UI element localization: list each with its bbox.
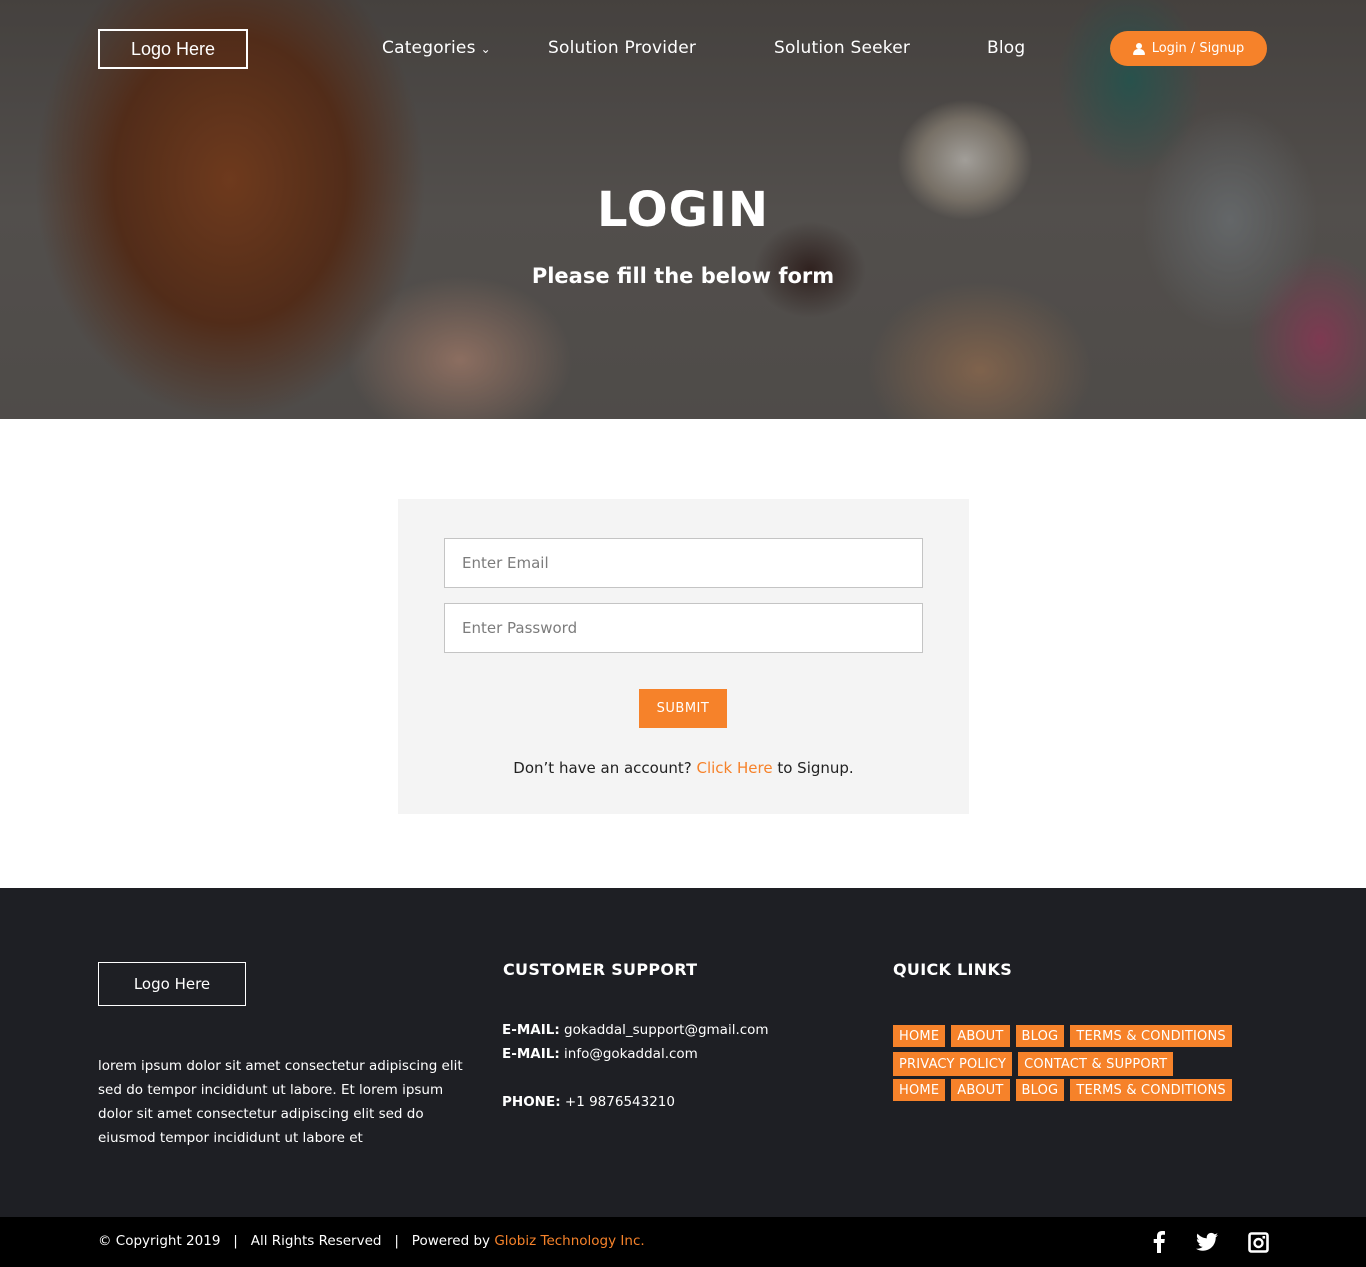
rights-text: All Rights Reserved: [250, 1233, 382, 1249]
nav-categories-label: Categories: [382, 38, 476, 58]
submit-button[interactable]: SUBMIT: [639, 689, 727, 728]
separator: |: [394, 1233, 399, 1249]
facebook-icon[interactable]: [1148, 1231, 1170, 1253]
password-field[interactable]: [444, 603, 923, 653]
header-logo[interactable]: Logo Here: [98, 29, 248, 69]
signup-prefix: Don’t have an account?: [513, 759, 697, 777]
nav-solution-seeker[interactable]: Solution Seeker: [774, 38, 910, 58]
instagram-icon[interactable]: [1247, 1231, 1269, 1253]
support-phone: PHONE: +1 9876543210: [502, 1094, 675, 1110]
quick-links-row: HOME ABOUT BLOG TERMS & CONDITIONS: [893, 1079, 1273, 1101]
support-email-value[interactable]: gokaddal_support@gmail.com: [564, 1022, 769, 1038]
user-icon: [1132, 42, 1145, 55]
quick-link-contact[interactable]: CONTACT & SUPPORT: [1018, 1052, 1174, 1076]
login-form: SUBMIT Don’t have an account? Click Here…: [398, 499, 969, 814]
quick-link-blog[interactable]: BLOG: [1015, 1025, 1065, 1047]
copyright-line: © Copyright 2019 | All Rights Reserved |…: [98, 1233, 645, 1249]
login-signup-label: Login / Signup: [1151, 41, 1245, 56]
footer-about-text: lorem ipsum dolor sit amet consectetur a…: [98, 1058, 463, 1146]
support-email-value[interactable]: info@gokaddal.com: [564, 1046, 698, 1062]
powered-by-text: Powered by: [411, 1233, 495, 1249]
quick-links-heading: QUICK LINKS: [893, 960, 1013, 979]
quick-link-about[interactable]: ABOUT: [951, 1025, 1010, 1047]
support-email-2: E-MAIL: info@gokaddal.com: [502, 1046, 698, 1062]
email-label: E-MAIL:: [502, 1046, 560, 1062]
footer-logo[interactable]: Logo Here: [98, 962, 246, 1006]
chevron-down-icon: ⌄: [480, 42, 491, 56]
company-link[interactable]: Globiz Technology Inc.: [494, 1233, 644, 1249]
support-email-1: E-MAIL: gokaddal_support@gmail.com: [502, 1022, 769, 1038]
email-field[interactable]: [444, 538, 923, 588]
phone-label: PHONE:: [502, 1094, 561, 1110]
quick-link-privacy[interactable]: PRIVACY POLICY: [893, 1052, 1013, 1076]
nav-solution-provider[interactable]: Solution Provider: [548, 38, 696, 58]
bottom-bar: © Copyright 2019 | All Rights Reserved |…: [0, 1217, 1366, 1267]
quick-link-terms[interactable]: TERMS & CONDITIONS: [1070, 1079, 1232, 1101]
email-label: E-MAIL:: [502, 1022, 560, 1038]
quick-link-blog[interactable]: BLOG: [1015, 1079, 1065, 1101]
signup-suffix: to Signup.: [772, 759, 854, 777]
quick-link-terms[interactable]: TERMS & CONDITIONS: [1070, 1025, 1232, 1047]
quick-links-row: HOME ABOUT BLOG TERMS & CONDITIONS: [893, 1025, 1273, 1047]
page-subtitle: Please fill the below form: [531, 264, 835, 288]
twitter-icon[interactable]: [1196, 1231, 1218, 1253]
quick-link-about[interactable]: ABOUT: [951, 1079, 1010, 1101]
nav-categories[interactable]: Categories ⌄: [382, 38, 491, 58]
support-phone-value[interactable]: +1 9876543210: [565, 1094, 675, 1110]
page-title: LOGIN: [596, 182, 770, 238]
signup-prompt: Don’t have an account? Click Here to Sig…: [398, 759, 969, 777]
quick-links: HOME ABOUT BLOG TERMS & CONDITIONS PRIVA…: [893, 1025, 1273, 1106]
hero-banner: Logo Here Categories ⌄ Solution Provider …: [0, 0, 1366, 419]
quick-link-home[interactable]: HOME: [893, 1079, 946, 1101]
quick-links-row: PRIVACY POLICY CONTACT & SUPPORT: [893, 1052, 1273, 1076]
nav-blog[interactable]: Blog: [987, 38, 1025, 58]
signup-link[interactable]: Click Here: [696, 759, 772, 777]
copyright-text: © Copyright 2019: [98, 1233, 221, 1249]
quick-link-home[interactable]: HOME: [893, 1025, 946, 1047]
customer-support-heading: CUSTOMER SUPPORT: [503, 960, 698, 979]
login-signup-button[interactable]: Login / Signup: [1110, 31, 1267, 66]
footer: Logo Here lorem ipsum dolor sit amet con…: [0, 888, 1366, 1217]
separator: |: [233, 1233, 238, 1249]
